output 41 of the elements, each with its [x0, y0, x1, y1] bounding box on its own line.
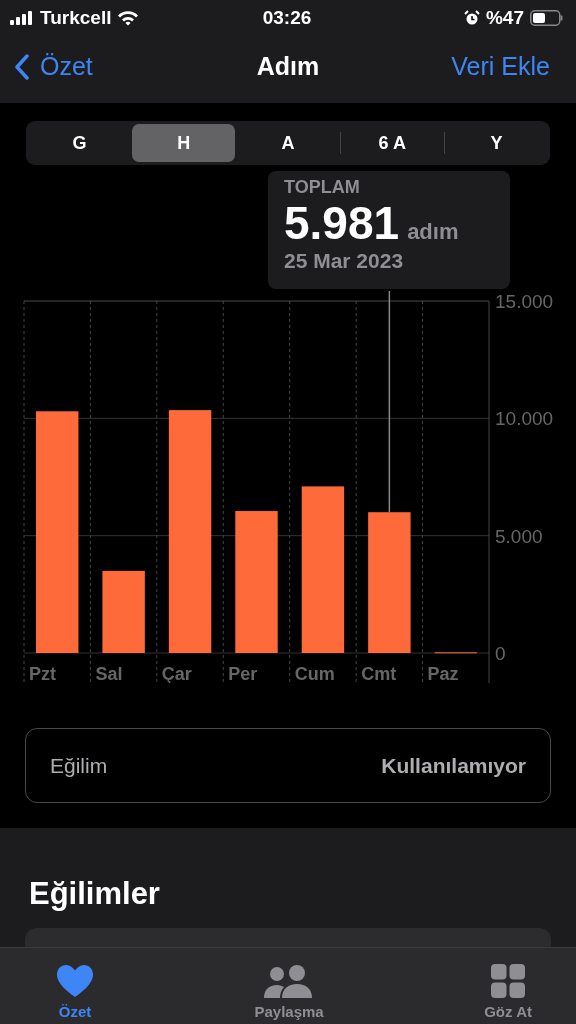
- axis-tick-label: 0: [495, 643, 506, 664]
- carrier-name: Turkcell: [40, 7, 112, 29]
- section-title: Eğilimler: [29, 876, 161, 912]
- axis-day-label: Paz: [427, 664, 459, 683]
- battery-percent: %47: [485, 7, 524, 29]
- tab-item[interactable]: Paylaşma: [250, 948, 328, 1024]
- tab-item[interactable]: Göz At: [480, 948, 536, 1024]
- segment-tab[interactable]: G: [28, 124, 132, 162]
- axis-day-label: Per: [228, 664, 258, 683]
- axis-tick-label: 5.000: [495, 525, 543, 547]
- battery-icon: [530, 10, 564, 26]
- steps-unit: adım: [407, 219, 459, 245]
- heart-icon: [56, 964, 94, 998]
- axis-day-label: Pzt: [29, 664, 56, 683]
- people-icon: [264, 964, 315, 998]
- trend-value: Kullanılamıyor: [381, 753, 526, 778]
- page-title: Adım: [255, 52, 321, 81]
- grid-icon: [491, 964, 526, 998]
- tab-item[interactable]: Özet: [52, 948, 98, 1024]
- trend-label: Eğilim: [50, 753, 108, 778]
- axis-day-label: Cmt: [361, 664, 397, 683]
- axis-tick-label: 10.000: [495, 408, 554, 430]
- tooltip-heading: TOPLAM: [284, 177, 360, 198]
- axis-day-label: Çar: [161, 664, 192, 683]
- wifi-icon: [117, 10, 140, 26]
- segment-tab[interactable]: 6 A: [340, 124, 444, 162]
- segment-tab[interactable]: A: [236, 124, 340, 162]
- add-data-button[interactable]: Veri Ekle: [451, 52, 550, 81]
- axis-tick-label: 15.000: [495, 291, 554, 312]
- segment-tab[interactable]: Y: [444, 124, 548, 162]
- axis-day-label: Cum: [294, 664, 335, 683]
- segment-tab[interactable]: H: [132, 124, 236, 162]
- signal-icon: [10, 11, 34, 25]
- alarm-icon: [463, 10, 480, 26]
- tooltip-date: 25 Mar 2023: [284, 248, 404, 273]
- axis-day-label: Sal: [95, 664, 123, 683]
- back-label: Özet: [40, 52, 93, 81]
- clock-time: 03:26: [262, 7, 312, 29]
- chevron-left-icon: [14, 53, 30, 80]
- back-button[interactable]: Özet: [14, 52, 93, 81]
- total-steps: 5.981: [284, 198, 400, 249]
